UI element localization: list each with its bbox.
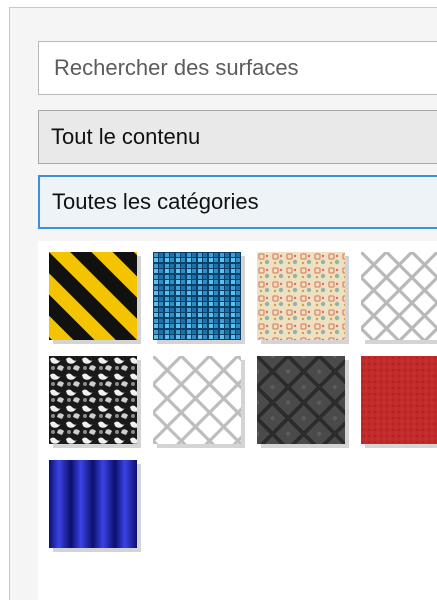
camouflage-thumbnail xyxy=(49,356,137,444)
surface-tile-beige-floral[interactable] xyxy=(257,252,345,340)
hazard-stripes-thumbnail xyxy=(49,252,137,340)
surface-tile-blue-mosaic[interactable] xyxy=(153,252,241,340)
content-filter-label: Tout le contenu xyxy=(51,124,201,149)
red-leather-thumbnail xyxy=(361,356,437,444)
search-input[interactable] xyxy=(52,54,437,82)
content-filter-dropdown[interactable]: Tout le contenu xyxy=(38,110,437,164)
blue-mosaic-thumbnail xyxy=(153,252,241,340)
chain-link-light-thumbnail xyxy=(153,356,241,444)
surface-tile-blue-corrugated[interactable] xyxy=(49,460,137,548)
surface-tile-chain-link-light[interactable] xyxy=(153,356,241,444)
chain-link-thumbnail xyxy=(361,252,437,340)
surface-tile-camouflage[interactable] xyxy=(49,356,137,444)
beige-floral-thumbnail xyxy=(257,252,345,340)
category-filter-dropdown[interactable]: Toutes les catégories xyxy=(38,175,437,229)
surface-tile-hazard-stripes[interactable] xyxy=(49,252,137,340)
blue-corrugated-thumbnail xyxy=(49,460,137,548)
category-filter-label: Toutes les catégories xyxy=(52,189,259,214)
surface-tile-dark-metal[interactable] xyxy=(257,356,345,444)
search-surfaces-field[interactable] xyxy=(38,41,437,95)
surface-tile-chain-link[interactable] xyxy=(361,252,437,340)
surface-tile-red-leather[interactable] xyxy=(361,356,437,444)
dark-metal-thumbnail xyxy=(257,356,345,444)
surface-thumbnail-grid xyxy=(38,241,437,600)
